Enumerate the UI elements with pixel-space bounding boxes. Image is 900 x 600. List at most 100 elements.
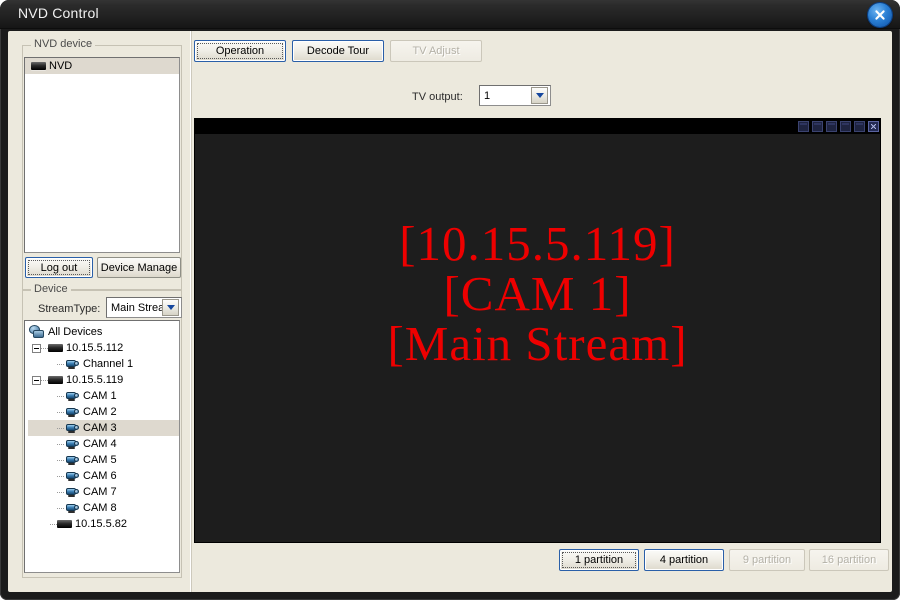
device-tree-item-label: CAM 1 <box>83 390 117 402</box>
device-tree-item-label: Channel 1 <box>83 358 134 370</box>
stream-type-label: StreamType: <box>38 303 101 315</box>
pane-3-icon[interactable] <box>826 121 837 132</box>
device-tree-item-label: CAM 6 <box>83 470 117 482</box>
device-tree-item[interactable]: 10.15.5.82 <box>28 516 179 532</box>
camera-icon <box>64 503 80 514</box>
device-tree-item-label: All Devices <box>48 326 103 338</box>
device-tree-item[interactable]: CAM 3 <box>28 420 179 436</box>
panel-splitter[interactable] <box>190 31 192 592</box>
camera-icon <box>64 359 80 370</box>
partition-1-button-label: 1 partition <box>574 554 624 566</box>
tv-output-value: 1 <box>484 89 491 102</box>
camera-icon <box>64 455 80 466</box>
tree-connector <box>57 363 64 365</box>
camera-icon <box>64 407 80 418</box>
partition-16-button-label: 16 partition <box>821 554 877 566</box>
device-tree-item[interactable]: CAM 7 <box>28 484 179 500</box>
device-tree-item[interactable]: CAM 6 <box>28 468 179 484</box>
all-devices-icon <box>28 325 45 339</box>
camera-icon <box>64 423 80 434</box>
partition-9-button-label: 9 partition <box>742 554 792 566</box>
application-window: NVD Control NVD device NVD Log out Devic… <box>0 0 900 600</box>
partition-9-button: 9 partition <box>729 549 805 571</box>
chevron-down-icon[interactable] <box>531 87 548 104</box>
pane-4-icon[interactable] <box>840 121 851 132</box>
tree-connector <box>57 475 64 477</box>
window-title: NVD Control <box>18 5 99 21</box>
pane-2-icon[interactable] <box>812 121 823 132</box>
nvd-device-list[interactable]: NVD <box>24 57 180 253</box>
device-tree-item-label: CAM 3 <box>83 422 117 434</box>
tab-operation[interactable]: Operation <box>194 40 286 62</box>
chevron-down-icon[interactable] <box>162 299 179 316</box>
partition-4-button-label: 4 partition <box>659 554 709 566</box>
tree-connector <box>57 411 64 413</box>
tree-connector <box>57 507 64 509</box>
video-osd-overlay: [10.15.5.119] [CAM 1] [Main Stream] <box>195 219 880 369</box>
device-icon <box>57 520 72 528</box>
camera-icon <box>64 439 80 450</box>
tree-connector <box>57 427 64 429</box>
partition-4-button[interactable]: 4 partition <box>644 549 724 571</box>
tree-connector <box>57 459 64 461</box>
camera-icon <box>64 391 80 402</box>
tv-output-select[interactable]: 1 <box>479 85 551 106</box>
pane-1-icon[interactable] <box>798 121 809 132</box>
device-tree-item[interactable]: Channel 1 <box>28 356 179 372</box>
close-pane-icon[interactable] <box>868 121 879 132</box>
tab-decode-tour[interactable]: Decode Tour <box>292 40 384 62</box>
video-display-panel[interactable]: [10.15.5.119] [CAM 1] [Main Stream] <box>194 118 881 543</box>
device-manage-button[interactable]: Device Manage <box>97 257 181 278</box>
device-tree-item-label: CAM 8 <box>83 502 117 514</box>
nvd-device-group-label: NVD device <box>31 38 96 50</box>
collapse-icon[interactable] <box>32 343 41 353</box>
device-tree-item[interactable]: CAM 2 <box>28 404 179 420</box>
device-tree-item-label: 10.15.5.119 <box>66 374 124 386</box>
device-group-label: Device <box>31 283 71 295</box>
device-tree-item-label: 10.15.5.82 <box>75 518 127 530</box>
tree-connector <box>57 443 64 445</box>
collapse-icon[interactable] <box>32 375 41 385</box>
tab-decode-tour-label: Decode Tour <box>306 45 370 57</box>
camera-icon <box>64 471 80 482</box>
device-icon <box>48 376 63 384</box>
device-tree-item[interactable]: CAM 5 <box>28 452 179 468</box>
device-tree-item-label: CAM 5 <box>83 454 117 466</box>
nvd-list-item[interactable]: NVD <box>25 58 179 74</box>
device-tree[interactable]: All Devices 10.15.5.112 Channel 1 10.15.5.1… <box>24 320 180 573</box>
device-tree-item[interactable]: All Devices <box>28 324 179 340</box>
device-tree-item[interactable]: CAM 1 <box>28 388 179 404</box>
tree-connector <box>57 395 64 397</box>
title-bar[interactable]: NVD Control <box>0 0 900 29</box>
device-icon <box>31 62 46 70</box>
tree-connector <box>41 379 48 381</box>
partition-1-button[interactable]: 1 partition <box>559 549 639 571</box>
osd-device-ip: [10.15.5.119] <box>399 216 676 271</box>
osd-stream-type: [Main Stream] <box>387 315 688 371</box>
log-out-button[interactable]: Log out <box>25 257 93 278</box>
device-manage-button-label: Device Manage <box>100 261 178 274</box>
tree-connector <box>57 491 64 493</box>
device-icon <box>48 344 63 352</box>
tv-output-label: TV output: <box>412 91 463 103</box>
device-tree-item[interactable]: 10.15.5.119 <box>28 372 179 388</box>
video-toolbar <box>195 119 880 134</box>
camera-icon <box>64 487 80 498</box>
tree-connector <box>41 347 48 349</box>
tab-tv-adjust: TV Adjust <box>390 40 482 62</box>
stream-type-value: Main Stream <box>111 301 162 314</box>
tree-connector <box>50 523 57 525</box>
device-tree-item-label: CAM 4 <box>83 438 117 450</box>
device-tree-item-label: 10.15.5.112 <box>66 342 124 354</box>
stream-type-select[interactable]: Main Stream <box>106 297 182 318</box>
log-out-button-label: Log out <box>40 261 78 274</box>
close-button[interactable] <box>868 3 892 27</box>
device-tree-item-label: CAM 7 <box>83 486 117 498</box>
pane-5-icon[interactable] <box>854 121 865 132</box>
tab-tv-adjust-label: TV Adjust <box>412 45 460 57</box>
device-tree-item[interactable]: CAM 8 <box>28 500 179 516</box>
osd-channel-name: [CAM 1] <box>443 265 632 321</box>
device-tree-item-label: CAM 2 <box>83 406 117 418</box>
device-tree-item[interactable]: CAM 4 <box>28 436 179 452</box>
device-tree-item[interactable]: 10.15.5.112 <box>28 340 179 356</box>
